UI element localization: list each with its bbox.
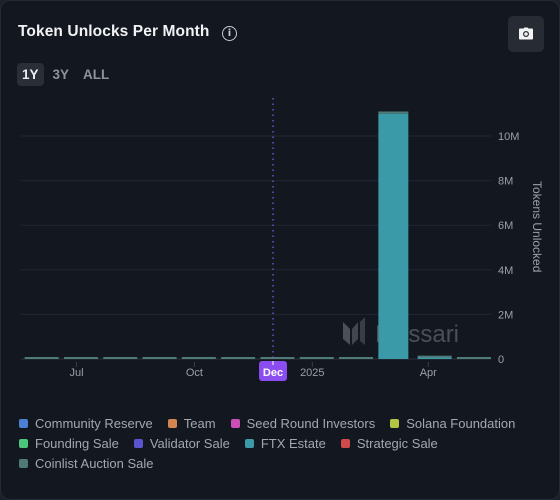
legend-label: FTX Estate [260,435,326,451]
y-tick-label: 10M [498,131,519,143]
legend: Community Reserve Team Seed Round Investor… [19,415,549,471]
bar-segment[interactable] [299,357,334,359]
legend-swatch [390,418,400,428]
y-tick-label: 8M [498,176,513,188]
legend-swatch [133,438,143,448]
range-tabs: 1Y 3Y ALL [17,63,114,86]
bar-segment[interactable] [378,111,409,114]
legend-label: Founding Sale [35,435,119,451]
x-tick-label: 2025 [300,367,324,379]
chart-card: Token Unlocks Per Month i 1Y 3Y ALL Mess… [0,0,560,500]
legend-item[interactable]: Team [167,415,216,431]
legend-swatch [19,458,28,468]
y-axis-title: Tokens Unlocked [530,181,544,272]
messari-logo-icon [343,317,365,345]
legend-label: Seed Round Investors [246,415,376,431]
y-tick-label: 0 [498,354,504,366]
camera-icon [519,27,533,40]
bar-segment[interactable] [181,357,216,359]
legend-swatch [244,438,254,448]
legend-item[interactable]: Validator Sale [133,435,230,451]
y-tick-label: 4M [498,265,513,277]
legend-item[interactable]: Founding Sale [19,435,119,451]
screenshot-button[interactable] [508,16,544,52]
legend-item[interactable]: Community Reserve [19,415,153,431]
legend-swatch [167,418,177,428]
legend-swatch [19,418,28,428]
bar-segment[interactable] [260,357,295,359]
bar-segment[interactable] [417,355,452,358]
bar-segment[interactable] [24,357,59,359]
bar-segment[interactable] [456,357,491,359]
bar-segment[interactable] [142,357,177,359]
legend-item[interactable]: Strategic Sale [340,435,438,451]
y-tick-label: 2M [498,309,513,321]
chart-title: Token Unlocks Per Month [18,23,210,40]
legend-item[interactable]: Coinlist Auction Sale [19,455,154,471]
bar-segment[interactable] [63,357,98,359]
legend-item[interactable]: Seed Round Investors [230,415,376,431]
legend-label: Community Reserve [35,415,153,431]
bar-chart: Messari 02M4M6M8M10M Jul Oct Dec 2025 Apr To… [21,98,544,381]
x-tick-label: Jul [69,367,83,379]
tab-3y[interactable]: 3Y [48,63,75,86]
tab-all[interactable]: ALL [78,63,114,86]
legend-item[interactable]: Solana Foundation [390,415,515,431]
legend-label: Validator Sale [149,435,230,451]
bar-segment[interactable] [378,113,409,359]
x-tick-label: Dec [263,367,283,379]
legend-swatch [19,438,28,448]
legend-label: Strategic Sale [356,435,438,451]
legend-item[interactable]: FTX Estate [244,435,326,451]
legend-swatch [340,438,350,448]
legend-label: Coinlist Auction Sale [35,455,154,471]
x-tick-label: Oct [186,367,203,379]
info-circle-icon[interactable]: i [222,26,237,41]
y-tick-label: 6M [498,220,513,232]
tab-1y[interactable]: 1Y [17,63,44,86]
bar-segment[interactable] [339,357,374,359]
legend-label: Solana Foundation [406,415,516,431]
legend-swatch [230,418,240,428]
legend-label: Team [183,415,216,431]
bar-segment[interactable] [221,357,256,359]
x-tick-label: Apr [420,367,437,379]
bar-segment[interactable] [103,357,138,359]
